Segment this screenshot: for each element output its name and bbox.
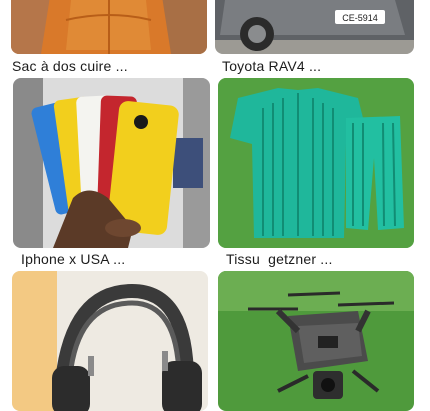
license-plate: CE-5914 <box>342 13 378 23</box>
listing-title[interactable]: Toyota RAV4 ... <box>222 57 321 75</box>
listing-image-headphones[interactable] <box>12 271 208 411</box>
listing-image-backpack[interactable] <box>11 0 207 54</box>
listing-title[interactable]: Tissu getzner ... <box>226 250 333 268</box>
listing-title[interactable]: Sac à dos cuire ... <box>12 57 128 75</box>
listing-image-iphones[interactable] <box>13 78 210 248</box>
listing-image-drone[interactable] <box>218 271 414 411</box>
listings-grid: Sac à dos cuire ... CE-5914 Toyota RAV4 … <box>0 0 430 411</box>
listing-title[interactable]: Iphone x USA ... <box>21 250 125 268</box>
listing-image-outfit[interactable] <box>218 78 414 248</box>
listing-image-car[interactable]: CE-5914 <box>215 0 414 54</box>
